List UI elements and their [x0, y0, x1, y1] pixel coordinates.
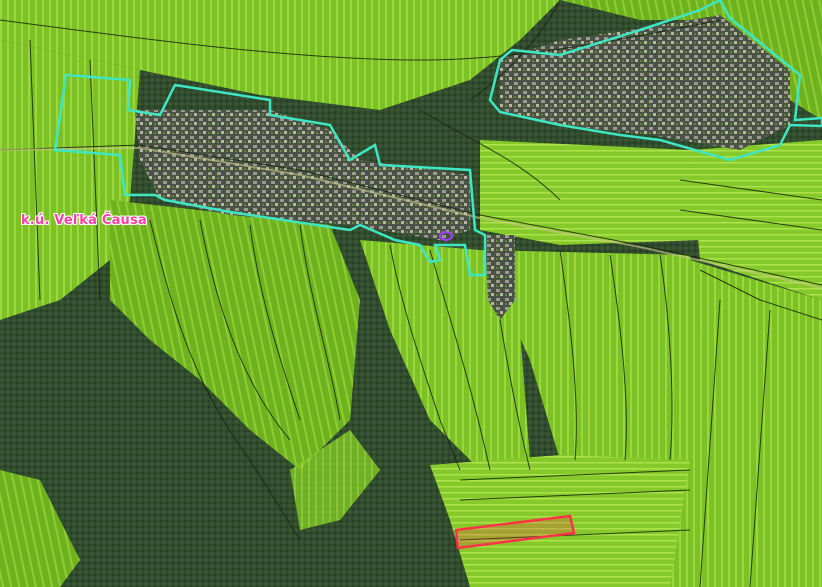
cadastral-area-label: k.ú. Veľká Čausa	[21, 213, 147, 228]
map-canvas[interactable]	[0, 0, 822, 587]
cadastral-map-view[interactable]: k.ú. Veľká Čausa	[0, 0, 822, 587]
